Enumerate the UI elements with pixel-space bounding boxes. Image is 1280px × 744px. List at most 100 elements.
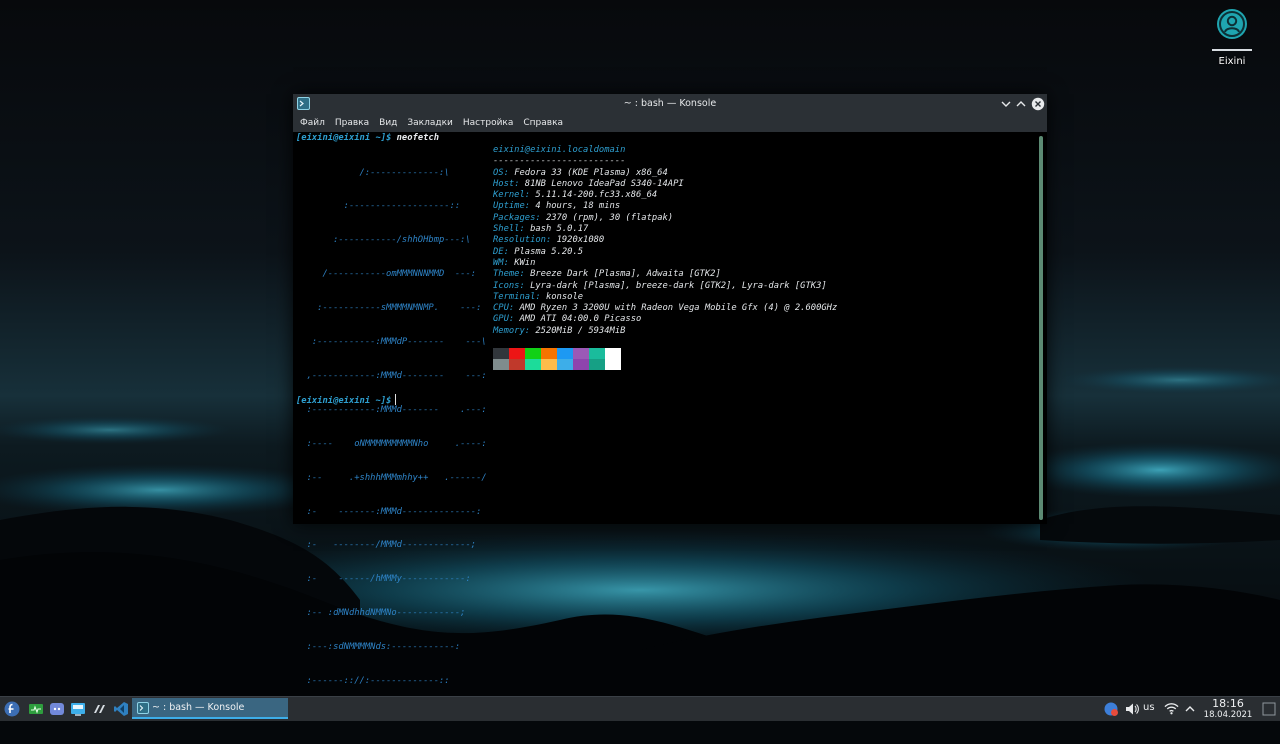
discord-icon[interactable] [49, 701, 65, 717]
menu-help[interactable]: Справка [518, 118, 568, 128]
vscode-icon[interactable] [113, 701, 129, 717]
info-value: Breeze Dark [Plasma], Adwaita [GTK2] [530, 269, 721, 280]
color-swatch [493, 348, 509, 359]
info-key: GPU [493, 314, 509, 325]
info-row-wm: WM: KWin [493, 257, 536, 268]
keyboard-layout-indicator[interactable]: us [1143, 702, 1155, 713]
color-swatch [541, 359, 557, 370]
color-swatch [589, 348, 605, 359]
info-key: DE [493, 246, 504, 257]
color-swatch [541, 348, 557, 359]
logo-line: :---- oNMMMMMMMMMNho .----: [296, 438, 487, 449]
konsole-icon [137, 702, 149, 714]
icon-underline [1212, 49, 1252, 51]
volume-icon[interactable] [1124, 701, 1140, 717]
command-line-1: [eixini@eixini ~]$ neofetch [296, 133, 439, 144]
info-value: konsole [545, 291, 584, 302]
system-monitor-icon[interactable] [28, 701, 44, 717]
info-row-os: OS: Fedora 33 (KDE Plasma) x86_64 [493, 167, 668, 178]
konsole-window[interactable]: ~ : bash — Konsole Файл Правка Вид Закла… [293, 94, 1047, 720]
info-key: Theme [493, 269, 520, 280]
info-row-gpu: GPU: AMD ATI 04:00.0 Picasso [493, 314, 642, 325]
info-value: 4 hours, 18 mins [535, 201, 621, 212]
chevron-up-icon [1016, 101, 1026, 107]
window-titlebar[interactable]: ~ : bash — Konsole [293, 94, 1047, 114]
color-swatch [557, 359, 573, 370]
logo-line: ,------------:MMMd-------- ---: [296, 370, 487, 381]
logo-line: :- -------:MMMd--------------: [296, 506, 482, 517]
info-key: CPU [493, 303, 509, 314]
info-key: Terminal [493, 291, 536, 302]
chevron-down-icon [1001, 101, 1011, 107]
logo-line: :-- .+shhhMMMmhhy++ .------/ [296, 472, 487, 483]
info-row-cpu: CPU: AMD Ryzen 3 3200U with Radeon Vega … [493, 303, 838, 314]
user-host: eixini@eixini.localdomain [493, 145, 626, 155]
show-desktop-icon[interactable] [1262, 701, 1276, 717]
logo-line: :-----------/shhOHbmp---:\ [296, 235, 471, 246]
logo-line: :-------------------:: [296, 201, 461, 212]
logo-line: :------:://:-------------:: [296, 675, 450, 686]
info-value: Plasma 5.20.5 [514, 246, 584, 257]
menu-settings[interactable]: Настройка [458, 118, 519, 128]
close-button[interactable] [1031, 97, 1045, 111]
color-swatch [605, 348, 621, 359]
desktop-icon-label: Eixini [1218, 56, 1246, 67]
fedora-ascii-logo: /:-------------:\ :-------------------::… [296, 145, 487, 744]
color-swatch [589, 359, 605, 370]
color-swatch [573, 348, 589, 359]
info-value: 5.11.14-200.fc33.x86_64 [535, 190, 658, 201]
system-settings-icon[interactable] [70, 701, 86, 717]
color-swatch [525, 348, 541, 359]
menu-view[interactable]: Вид [374, 118, 402, 128]
menu-file[interactable]: Файл [295, 118, 330, 128]
info-key: Host [493, 178, 515, 189]
logo-line: :- ------/hMMMy------------: [296, 574, 471, 585]
color-swatch [509, 348, 525, 359]
command-text: neofetch [391, 133, 440, 143]
taskbar-panel: ~ : bash — Konsole us 18:16 18.04.2021 [0, 696, 1280, 721]
info-row-host: Host: 81NB Lenovo IdeaPad S340-14API [493, 178, 684, 189]
info-row-de: DE: Plasma 5.20.5 [493, 246, 584, 257]
notification-icon[interactable] [1103, 701, 1119, 717]
minimize-button[interactable] [999, 97, 1013, 111]
info-value: 81NB Lenovo IdeaPad S340-14API [524, 178, 684, 189]
task-konsole[interactable]: ~ : bash — Konsole [132, 698, 288, 719]
info-value: AMD Ryzen 3 3200U with Radeon Vega Mobil… [519, 303, 838, 314]
clock-date: 18.04.2021 [1203, 710, 1253, 720]
menu-bookmarks[interactable]: Закладки [402, 118, 458, 128]
application-launcher-icon[interactable] [4, 701, 20, 717]
logo-line: :---:sdNMMMMNds:------------: [296, 642, 461, 653]
color-palette [493, 348, 621, 370]
info-key: Kernel [493, 190, 525, 201]
terminal-area[interactable]: [eixini@eixini ~]$ neofetch /:----------… [293, 132, 1033, 720]
menu-edit[interactable]: Правка [330, 118, 374, 128]
chevron-up-icon[interactable] [1184, 703, 1196, 715]
maximize-button[interactable] [1014, 97, 1028, 111]
info-key: Resolution [493, 235, 546, 246]
window-title: ~ : bash — Konsole [623, 98, 717, 109]
user-icon [1217, 9, 1247, 39]
logo-line: /:-------------:\ [296, 167, 450, 178]
home-folder-icon-launcher[interactable]: Eixini [1206, 8, 1258, 67]
info-value: 2370 (rpm), 30 (flatpak) [545, 212, 674, 223]
info-row-resolution: Resolution: 1920x1080 [493, 235, 605, 246]
command-line-2: [eixini@eixini ~]$ [296, 394, 397, 407]
info-key: OS [493, 167, 504, 178]
info-value: Lyra-dark [Plasma], breeze-dark [GTK2], … [530, 280, 827, 291]
terminal-scrollbar[interactable] [1039, 136, 1043, 520]
info-row-packages: Packages: 2370 (rpm), 30 (flatpak) [493, 212, 674, 223]
info-key: Icons [493, 280, 520, 291]
info-value: 2520MiB / 5934MiB [535, 325, 626, 336]
info-row-shell: Shell: bash 5.0.17 [493, 224, 589, 235]
info-value: AMD ATI 04:00.0 Picasso [519, 314, 642, 325]
logo-line: :-----------sMMMMNMNMP. ---: [296, 303, 482, 314]
menubar: Файл Правка Вид Закладки Настройка Справ… [293, 114, 1047, 132]
digital-clock[interactable]: 18:16 18.04.2021 [1198, 697, 1258, 720]
color-swatch [493, 359, 509, 370]
info-key: Shell [493, 224, 520, 235]
color-swatch [573, 359, 589, 370]
steam-icon[interactable] [92, 701, 108, 717]
info-key: Packages [493, 212, 536, 223]
wifi-icon[interactable] [1164, 701, 1179, 716]
info-row-theme: Theme: Breeze Dark [Plasma], Adwaita [GT… [493, 269, 721, 280]
